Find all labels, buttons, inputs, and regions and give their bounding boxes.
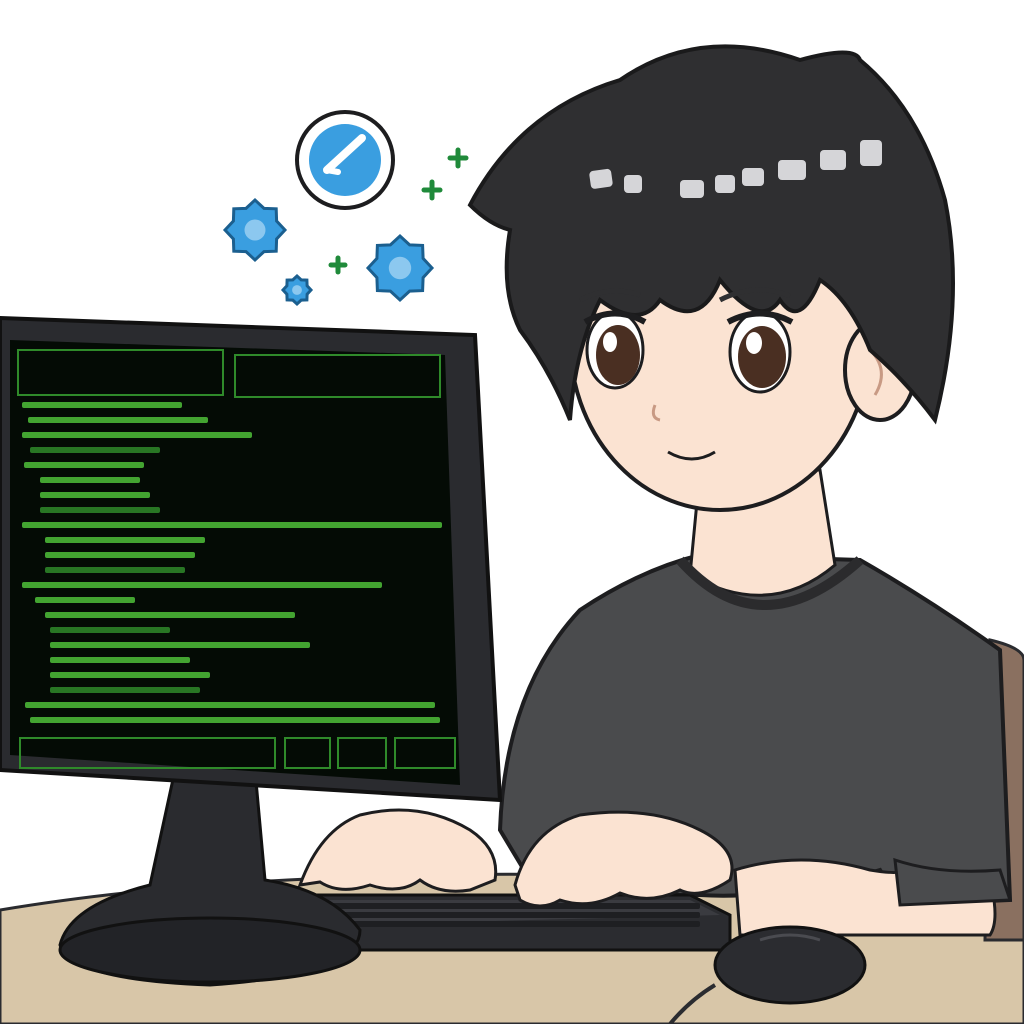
- terminal-code-line: [25, 702, 435, 708]
- terminal-code-line: [40, 507, 160, 513]
- gear-icon: [280, 273, 314, 307]
- check-badge-icon: [295, 110, 395, 210]
- plus-icon: [421, 179, 443, 201]
- terminal-code-line: [50, 657, 190, 663]
- terminal-code-line: [30, 717, 440, 723]
- monitor: [0, 315, 503, 803]
- terminal-code-line: [40, 492, 150, 498]
- terminal-code-line: [22, 522, 442, 528]
- terminal-code-line: [50, 627, 170, 633]
- terminal-code-line: [22, 432, 252, 438]
- plus-icon: [447, 147, 469, 169]
- terminal-code-line: [24, 462, 144, 468]
- terminal-code-line: [50, 642, 310, 648]
- terminal-code-line: [30, 447, 160, 453]
- terminal-code-line: [35, 597, 135, 603]
- illustration: [0, 44, 1024, 1024]
- terminal-code-line: [45, 552, 195, 558]
- eye-right: [726, 310, 794, 394]
- terminal-code-line: [45, 537, 205, 543]
- plus-icon: [328, 255, 348, 275]
- terminal-code-line: [45, 612, 295, 618]
- terminal-code-line: [28, 417, 208, 423]
- eye-left: [583, 310, 647, 390]
- terminal-code-line: [45, 567, 185, 573]
- terminal-code-line: [40, 477, 140, 483]
- hand-left: [297, 808, 498, 893]
- monitor-base: [58, 916, 362, 984]
- terminal-code-line: [50, 687, 200, 693]
- gear-icon: [365, 233, 435, 303]
- gear-icon: [222, 197, 288, 263]
- terminal-code-line: [22, 582, 382, 588]
- terminal-code-line: [50, 672, 210, 678]
- terminal-code-line: [22, 402, 182, 408]
